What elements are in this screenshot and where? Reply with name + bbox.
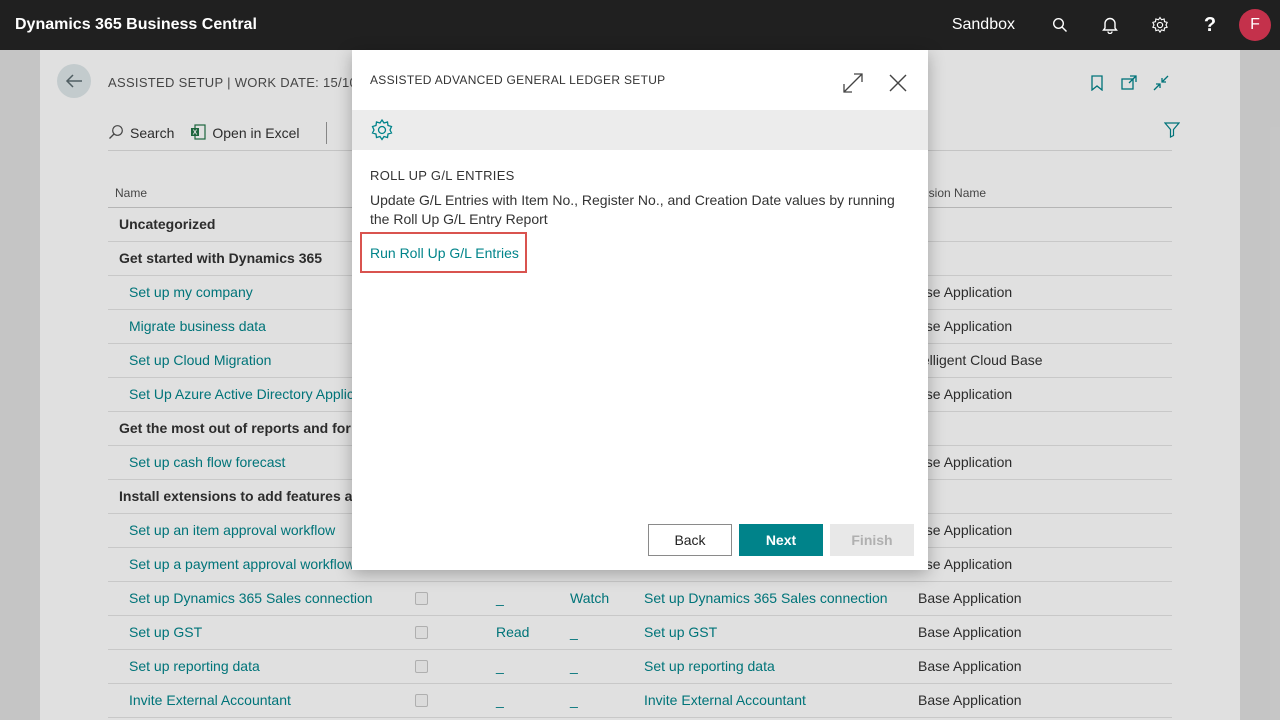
top-bar-actions: Sandbox ? F: [952, 0, 1280, 50]
gear-icon[interactable]: [1135, 0, 1185, 50]
expand-icon[interactable]: [840, 70, 866, 96]
next-button[interactable]: Next: [739, 524, 823, 556]
dialog-title: ASSISTED ADVANCED GENERAL LEDGER SETUP: [370, 73, 666, 87]
dialog-banner: [352, 110, 928, 150]
avatar[interactable]: F: [1239, 9, 1271, 41]
step-heading: ROLL UP G/L ENTRIES: [370, 168, 515, 183]
app-title[interactable]: Dynamics 365 Business Central: [15, 16, 257, 34]
assisted-setup-dialog: ASSISTED ADVANCED GENERAL LEDGER SETUP R…: [352, 50, 928, 570]
bell-icon[interactable]: [1085, 0, 1135, 50]
environment-label[interactable]: Sandbox: [952, 16, 1015, 34]
back-button[interactable]: Back: [648, 524, 732, 556]
help-icon[interactable]: ?: [1185, 0, 1235, 50]
search-icon[interactable]: [1035, 0, 1085, 50]
finish-button[interactable]: Finish: [830, 524, 914, 556]
gear-icon: [369, 118, 395, 147]
run-roll-up-link[interactable]: Run Roll Up G/L Entries: [370, 245, 519, 261]
step-description: Update G/L Entries with Item No., Regist…: [370, 192, 895, 227]
top-bar: Dynamics 365 Business Central Sandbox ? …: [0, 0, 1280, 50]
close-icon[interactable]: [885, 70, 911, 96]
